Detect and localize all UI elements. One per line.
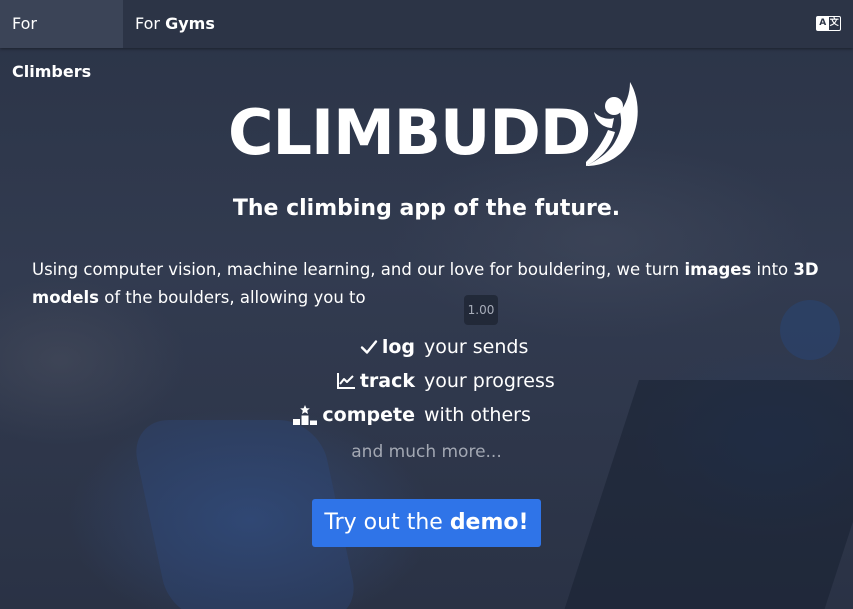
tab-prefix: For [135, 14, 160, 33]
feature-keyword: track [359, 370, 415, 392]
tab-for-climbers[interactable]: For Climbers [0, 0, 123, 81]
more-features-text: and much more... [351, 442, 502, 462]
description-part: of the boulders, allowing you to [99, 288, 366, 307]
feature-description: with others [424, 404, 531, 426]
tagline: The climbing app of the future. [232, 196, 621, 221]
description-bold: images [684, 260, 752, 279]
try-demo-button[interactable]: Try out the demo! [312, 499, 541, 547]
podium-icon [293, 405, 318, 425]
feature-item: compete with others [0, 398, 853, 432]
description-part: Using computer vision, machine learning,… [32, 260, 685, 279]
feature-item: log your sends [0, 330, 853, 364]
tab-label: Climbers [12, 62, 92, 81]
check-icon [360, 340, 378, 354]
feature-description: your sends [424, 336, 529, 358]
feature-keyword: compete [322, 404, 415, 426]
climber-logo-icon [586, 82, 639, 166]
cta-bold: demo! [449, 510, 529, 535]
logo-text: CLIMBUDD [228, 96, 591, 169]
top-navbar: For Climbers For Gyms A 文 [0, 0, 853, 81]
feature-keyword: log [381, 336, 415, 358]
cta-prefix: Try out the [324, 510, 450, 535]
feature-description: your progress [424, 370, 555, 392]
tab-label: Gyms [165, 14, 215, 33]
feature-list: log your sends track your progress compe… [0, 330, 853, 432]
climbuddy-logo: CLIMBUDD [228, 82, 642, 174]
chart-line-icon [336, 373, 355, 389]
description-part: into [751, 260, 794, 279]
tab-prefix: For [12, 14, 37, 33]
playback-speed-badge: 1.00 [464, 295, 498, 325]
tab-for-gyms[interactable]: For Gyms [123, 0, 227, 48]
description-text: Using computer vision, machine learning,… [32, 256, 832, 312]
translate-icon[interactable]: A 文 [816, 16, 841, 31]
feature-item: track your progress [0, 364, 853, 398]
